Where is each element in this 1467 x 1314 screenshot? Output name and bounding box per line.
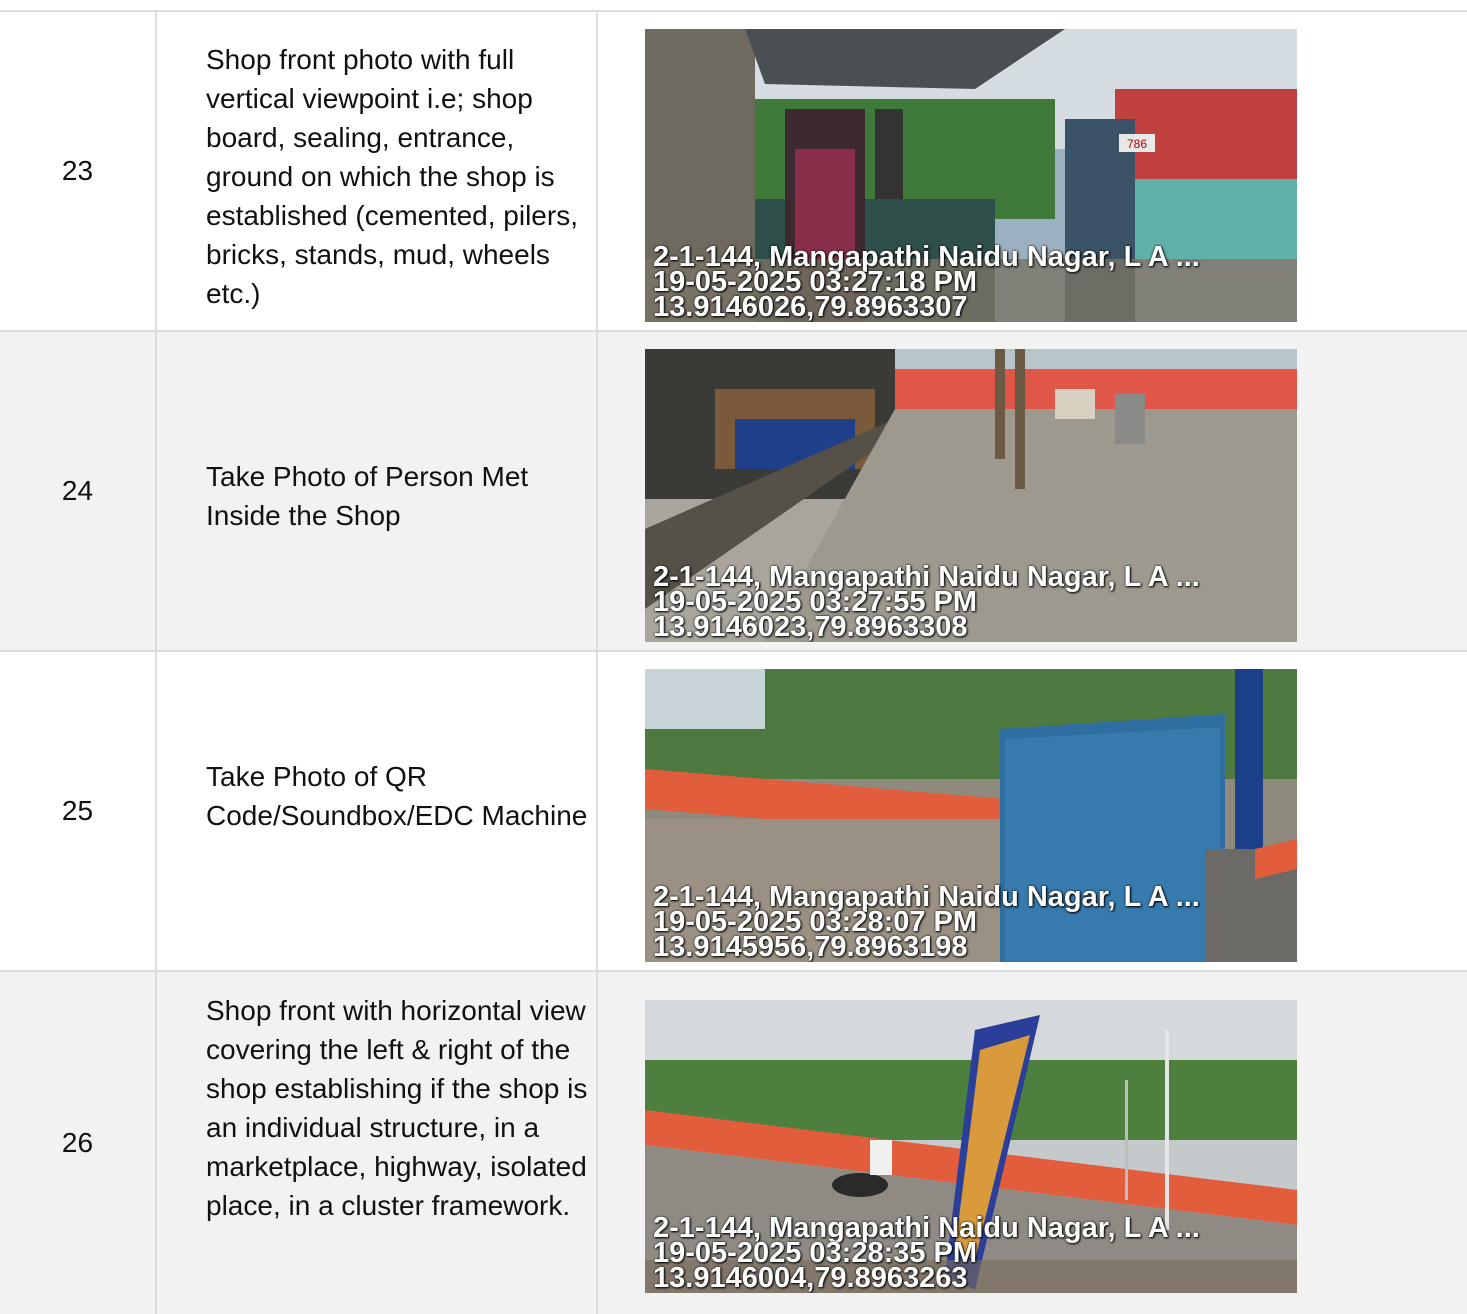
photo-coords: 13.9146026,79.8963307: [653, 291, 968, 322]
column-divider: [596, 652, 598, 970]
column-divider: [596, 972, 598, 1314]
photo-stamp: 2-1-144, Mangapathi Naidu Nagar, L A ...…: [653, 883, 1200, 962]
photo-stamp: 2-1-144, Mangapathi Naidu Nagar, L A ...…: [653, 1214, 1200, 1293]
table-row: 23 Shop front photo with full vertical v…: [0, 10, 1467, 330]
row-description: Shop front photo with full vertical view…: [206, 44, 578, 309]
table-row: 25 Take Photo of QR Code/Soundbox/EDC Ma…: [0, 650, 1467, 970]
row-number: 26: [61, 1127, 94, 1158]
photo-stamp: 2-1-144, Mangapathi Naidu Nagar, L A ...…: [653, 563, 1200, 642]
column-divider: [596, 12, 598, 330]
qr-code-photo[interactable]: 2-1-144, Mangapathi Naidu Nagar, L A ...…: [645, 669, 1297, 962]
photo-coords: 13.9146004,79.8963263: [653, 1262, 968, 1293]
table-row: 26 Shop front with horizontal view cover…: [0, 970, 1467, 1314]
row-number: 24: [61, 475, 94, 506]
person-met-photo[interactable]: 2-1-144, Mangapathi Naidu Nagar, L A ...…: [645, 349, 1297, 642]
column-divider: [596, 332, 598, 650]
photo-stamp: 2-1-144, Mangapathi Naidu Nagar, L A ...…: [653, 243, 1200, 322]
row-description: Shop front with horizontal view covering…: [206, 995, 588, 1221]
row-number: 25: [61, 795, 94, 826]
shop-front-photo[interactable]: 786 2-1-144, Mangapathi Naidu Nagar, L A…: [645, 29, 1297, 322]
row-description: Take Photo of QR Code/Soundbox/EDC Machi…: [206, 761, 588, 831]
table-row: 24 Take Photo of Person Met Inside the S…: [0, 330, 1467, 650]
photo-coords: 13.9145956,79.8963198: [653, 931, 968, 962]
row-description: Take Photo of Person Met Inside the Shop: [206, 461, 529, 531]
sign-text: 786: [1127, 137, 1147, 151]
shop-horizontal-photo[interactable]: 2-1-144, Mangapathi Naidu Nagar, L A ...…: [645, 1000, 1297, 1293]
photo-coords: 13.9146023,79.8963308: [653, 611, 968, 642]
row-number: 23: [61, 155, 94, 186]
